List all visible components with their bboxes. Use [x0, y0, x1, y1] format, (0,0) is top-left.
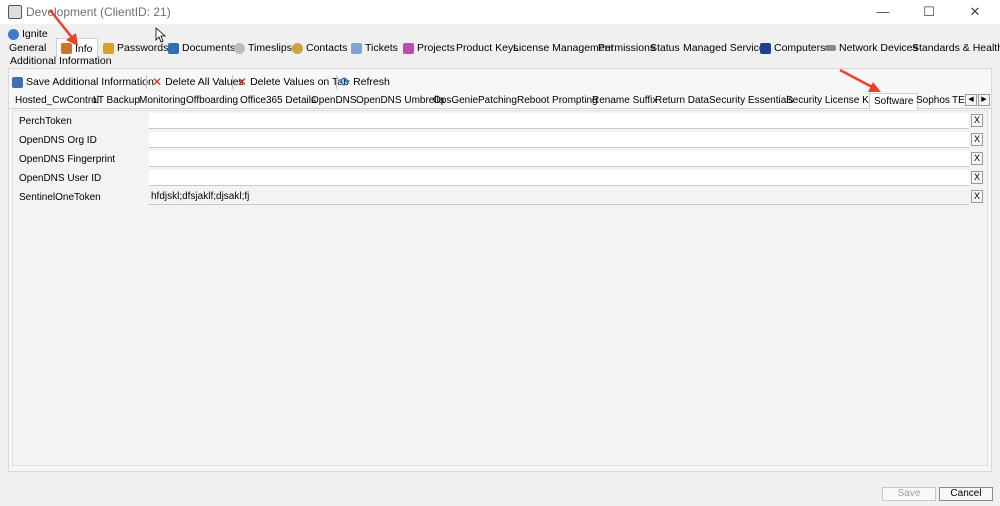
itab-sophos[interactable]: Sophos [916, 95, 950, 106]
toolbar-divider [336, 75, 337, 89]
tickets-icon [351, 42, 362, 54]
delete-x-icon: ✕ [152, 75, 163, 89]
itab-reboot-prompting[interactable]: Reboot Prompting [517, 95, 598, 106]
refresh-button[interactable]: ⟳ Refresh [340, 73, 390, 91]
close-button[interactable]: ✕ [952, 2, 998, 22]
contacts-icon [292, 42, 303, 54]
field-label: SentinelOneToken [19, 192, 101, 203]
arrow-annotation-info [49, 9, 78, 46]
field-value-input[interactable] [149, 151, 969, 167]
field-row: SentinelOneToken hfdjskl;dfsjaklf;djsakl… [13, 188, 989, 207]
field-label: OpenDNS Fingerprint [19, 154, 116, 165]
itab-rename-suffix[interactable]: Rename Suffix [592, 95, 657, 106]
key-icon [103, 42, 114, 54]
itab-offboarding[interactable]: Offboarding [186, 95, 238, 106]
tab-ignite[interactable]: Ignite [8, 28, 48, 40]
itab-office365-details[interactable]: Office365 Details [240, 95, 316, 106]
save-additional-info-button[interactable]: Save Additional Information [12, 73, 154, 91]
field-value-input[interactable] [149, 132, 969, 148]
field-value-input[interactable] [149, 170, 969, 186]
computer-icon [760, 42, 771, 54]
field-row: PerchToken X [13, 112, 989, 131]
tab-scroll-left-icon[interactable]: ◀ [965, 94, 977, 106]
clear-field-button[interactable]: X [971, 171, 983, 184]
clear-field-button[interactable]: X [971, 133, 983, 146]
field-row: OpenDNS Org ID X [13, 131, 989, 150]
field-row: OpenDNS Fingerprint X [13, 150, 989, 169]
itab-lt-backup[interactable]: LT Backup [93, 95, 140, 106]
clock-icon [234, 42, 245, 54]
refresh-icon: ⟳ [340, 75, 351, 89]
delete-values-on-tab-button[interactable]: ✕ Delete Values on Tab [237, 73, 349, 91]
itab-monitoring[interactable]: Monitoring [139, 95, 186, 106]
minimize-button[interactable]: — [860, 2, 906, 22]
network-device-icon [825, 45, 836, 51]
clear-field-button[interactable]: X [971, 114, 983, 127]
field-label: OpenDNS User ID [19, 173, 102, 184]
clear-field-button[interactable]: X [971, 152, 983, 165]
documents-icon [168, 42, 179, 54]
tab-scroll-right-icon[interactable]: ▶ [978, 94, 990, 106]
save-icon [12, 76, 23, 88]
mouse-cursor-icon [155, 27, 167, 43]
itab-opendns[interactable]: OpenDNS [311, 95, 357, 106]
itab-patching[interactable]: Patching [478, 95, 517, 106]
field-value-input[interactable]: hfdjskl;dfsjaklf;djsakl;fj [149, 189, 969, 205]
delete-x-icon: ✕ [237, 75, 248, 89]
maximize-button[interactable]: ☐ [906, 2, 952, 22]
subtab-additional-information[interactable]: Additional Information [10, 55, 112, 67]
itab-opsgenie[interactable]: OpsGenie [433, 95, 478, 106]
save-button[interactable]: Save [882, 487, 936, 501]
toolbar-divider [146, 75, 147, 89]
cancel-button[interactable]: Cancel [939, 487, 993, 501]
title-bar: Development (ClientID: 21) — ☐ ✕ [0, 0, 1000, 24]
field-value-input[interactable] [149, 113, 969, 129]
field-label: PerchToken [19, 116, 72, 127]
itab-security-essentials[interactable]: Security Essentials [709, 95, 793, 106]
delete-all-values-button[interactable]: ✕ Delete All Values [152, 73, 244, 91]
clear-field-button[interactable]: X [971, 190, 983, 203]
itab-return-data[interactable]: Return Data [655, 95, 709, 106]
toolbar-divider [232, 75, 233, 89]
itab-hosted-cwcontrol[interactable]: Hosted_CwControl [15, 95, 99, 106]
fields-grid: PerchToken X OpenDNS Org ID X OpenDNS Fi… [12, 110, 988, 466]
field-label: OpenDNS Org ID [19, 135, 97, 146]
subtab-bar: Additional Information [8, 53, 992, 67]
ignite-icon [8, 28, 19, 40]
projects-icon [403, 42, 414, 54]
app-icon [8, 5, 22, 19]
arrow-annotation-software [839, 68, 881, 92]
itab-opendns-umbrella[interactable]: OpenDNS Umbrella [356, 95, 444, 106]
field-row: OpenDNS User ID X [13, 169, 989, 188]
